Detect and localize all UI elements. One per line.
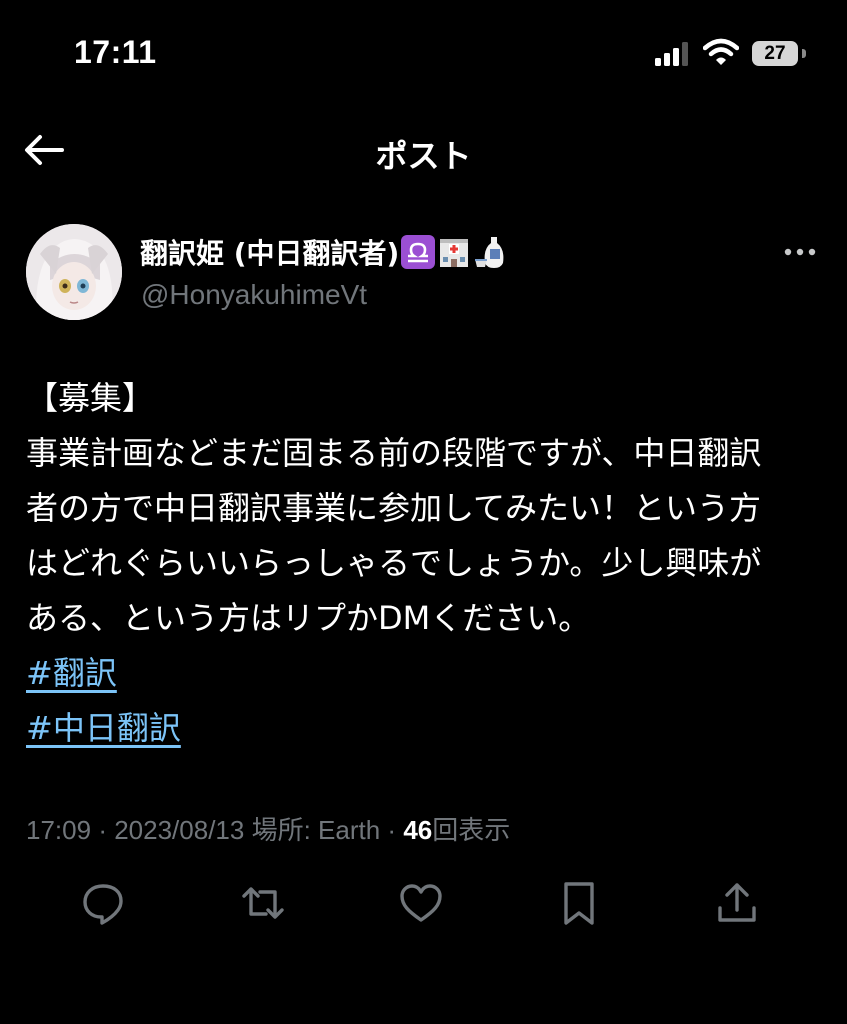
hashtag-link[interactable]: #中日翻訳 [26, 701, 181, 756]
hashtag-link[interactable]: #翻訳 [26, 646, 117, 701]
reply-icon[interactable] [80, 880, 126, 926]
battery-cap [802, 49, 806, 58]
tweet-line: 【募集】 [26, 379, 155, 417]
libra-icon [401, 235, 436, 269]
tweet-line: 者の方で中日翻訳事業に参加してみたい！という方 [26, 489, 762, 527]
tweet-line: 事業計画などまだ固まる前の段階ですが、中日翻訳 [26, 434, 762, 472]
sake-icon [475, 237, 504, 268]
header: ポスト [0, 115, 847, 185]
share-icon[interactable] [714, 880, 760, 926]
battery-indicator: 27 [752, 41, 798, 66]
retweet-icon[interactable] [240, 880, 286, 926]
author-name-text: 翻訳姫 (中日翻訳者) [140, 237, 400, 270]
status-time: 17:11 [74, 34, 157, 70]
tweet-line: はどれぐらいいらっしゃるでしょうか。少し興味が [26, 544, 762, 582]
tweet-location: 場所: Earth [251, 815, 381, 845]
hospital-icon [440, 239, 469, 267]
like-icon[interactable] [398, 880, 444, 926]
author-display-name[interactable]: 翻訳姫 (中日翻訳者) [140, 232, 507, 272]
meta-separator: · [387, 815, 397, 845]
bookmark-icon[interactable] [556, 880, 602, 926]
tweet-text: 【募集】 事業計画などまだ固まる前の段階ですが、中日翻訳 者の方で中日翻訳事業に… [26, 371, 826, 756]
views-label: 回表示 [432, 815, 511, 845]
wifi-icon [703, 38, 739, 65]
views-count[interactable]: 46 [403, 815, 432, 845]
tweet-date[interactable]: 2023/08/13 [114, 815, 244, 845]
tweet-line: ある、という方はリプかDMください。 [26, 599, 591, 637]
author-handle[interactable]: @HonyakuhimeVt [141, 279, 367, 311]
meta-separator: · [98, 815, 107, 845]
status-bar: 17:11 27 [0, 0, 847, 100]
avatar[interactable] [26, 224, 122, 320]
page-title: ポスト [375, 137, 472, 175]
cellular-signal-icon [655, 42, 688, 66]
more-options-icon[interactable] [780, 240, 820, 264]
tweet-time[interactable]: 17:09 [26, 815, 91, 845]
avatar-illustration [26, 224, 122, 320]
tweet-meta: 17:09 · 2023/08/13 場所: Earth · 46回表示 [26, 810, 510, 847]
